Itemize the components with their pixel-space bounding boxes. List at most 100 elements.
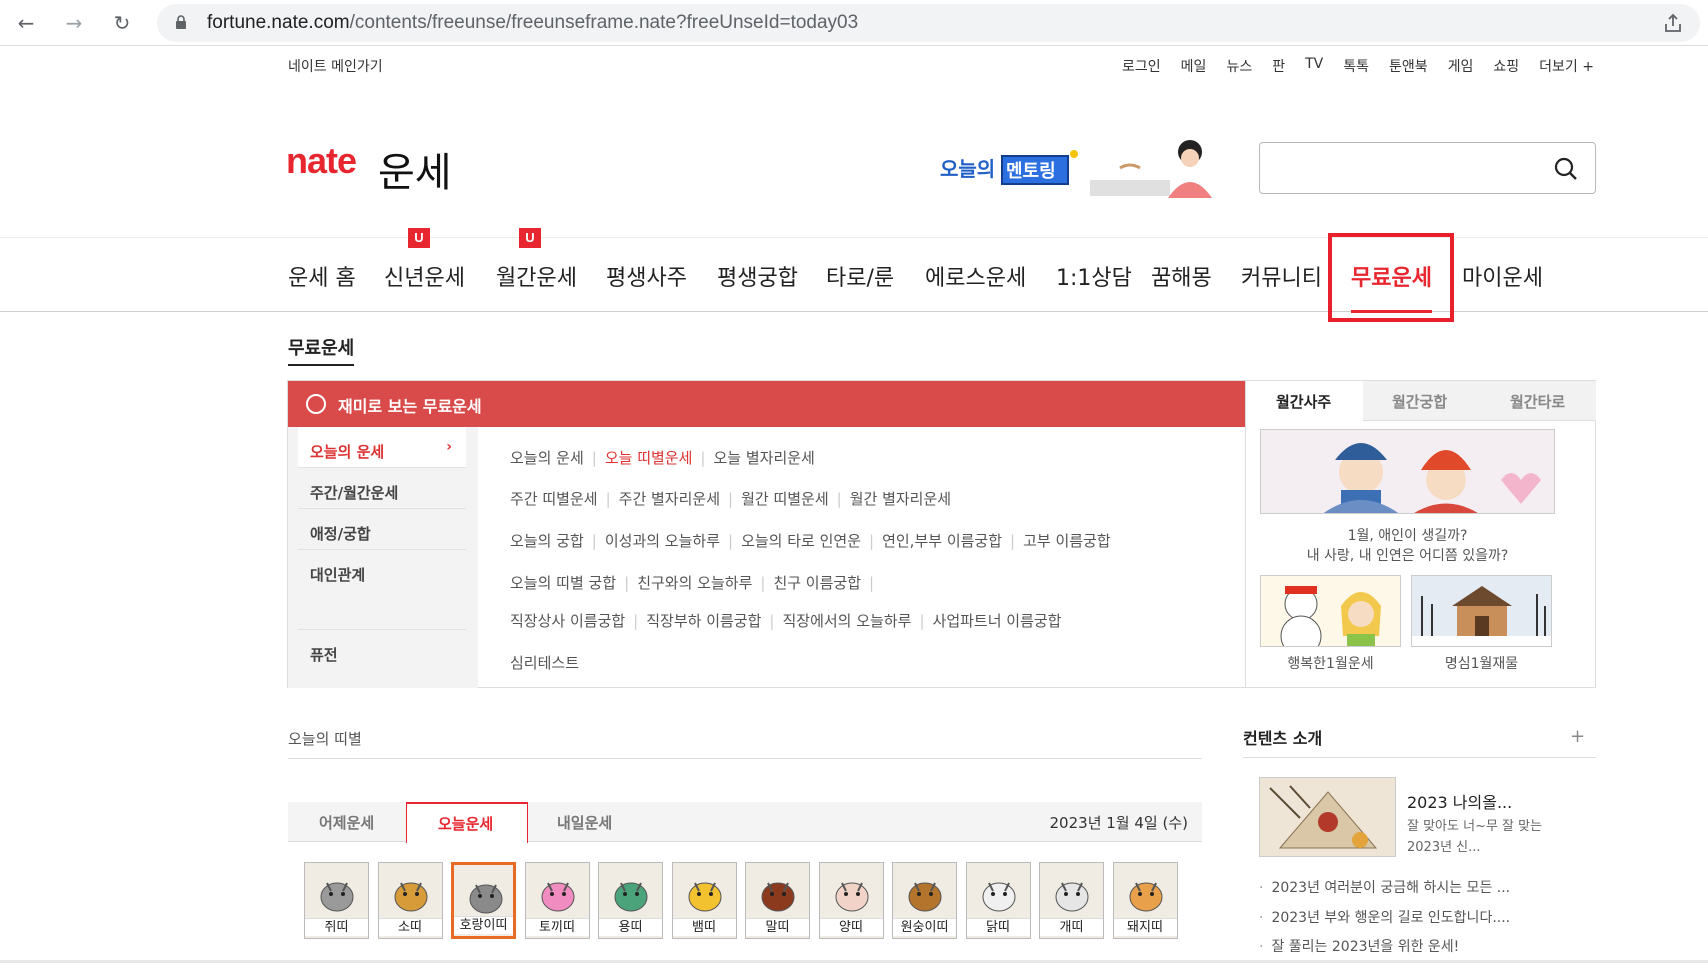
fortune-link[interactable]: 오늘 별자리운세 [713, 449, 814, 467]
nav-item[interactable]: 마이운세 [1462, 260, 1543, 292]
winter-house-illustration[interactable] [1411, 575, 1552, 647]
chevron-right-icon: › [446, 439, 452, 455]
tab-tomorrow[interactable]: 내일운세 [557, 812, 612, 833]
fortune-link[interactable]: 직장에서의 오늘하루 [782, 612, 911, 630]
gnb-link[interactable]: 뉴스 [1226, 56, 1252, 76]
side-tab[interactable]: 월간타로 [1510, 391, 1565, 412]
feature-title[interactable]: 2023 나의올... [1407, 789, 1512, 813]
fortune-link[interactable]: 이성과의 오늘하루 [605, 532, 720, 550]
nav-item[interactable]: 운세 홈 [288, 260, 356, 292]
nav-item[interactable]: 평생궁합 [717, 260, 798, 292]
zodiac-item[interactable]: 원숭이띠 [892, 862, 957, 939]
zodiac-item[interactable]: 양띠 [818, 862, 884, 939]
nav-item[interactable]: 커뮤니티 [1241, 260, 1322, 292]
category-item[interactable]: 주간/월간운세 [298, 468, 466, 509]
zodiac-item[interactable]: 소띠 [377, 862, 443, 939]
nav-item[interactable]: 신년운세 [384, 260, 465, 292]
small-caption-2[interactable]: 명심1월재물 [1411, 653, 1552, 673]
search-input[interactable] [1259, 142, 1596, 194]
fortune-link[interactable]: 고부 이름궁합 [1023, 532, 1111, 550]
gnb-link[interactable]: 메일 [1181, 56, 1207, 76]
side-tab[interactable]: 월간궁합 [1392, 391, 1447, 412]
fortune-link[interactable]: 친구와의 오늘하루 [637, 574, 752, 592]
zodiac-item[interactable]: 뱀띠 [671, 862, 737, 939]
separator: | [591, 532, 597, 550]
news-item[interactable]: 2023년 여러분이 궁금해 하시는 모든 ... [1259, 877, 1510, 897]
main-caption-1[interactable]: 1월, 애인이 생길까? [1260, 525, 1555, 545]
category-item[interactable]: 애정/궁합 [298, 509, 466, 550]
gnb-link[interactable]: 툰앤북 [1389, 56, 1428, 76]
zodiac-item[interactable]: 토끼띠 [524, 862, 590, 939]
service-title[interactable]: 운세 [378, 140, 452, 198]
category-item[interactable]: 대인관계 [298, 550, 466, 630]
nate-logo[interactable]: nate [286, 140, 357, 182]
gnb-link[interactable]: 톡톡 [1343, 56, 1369, 76]
fortune-link[interactable]: 오늘의 운세 [510, 449, 584, 467]
feature-thumbnail[interactable] [1259, 777, 1396, 857]
couple-illustration[interactable] [1260, 429, 1555, 514]
gnb-link[interactable]: 판 [1272, 56, 1285, 76]
zodiac-item[interactable]: 말띠 [745, 862, 810, 939]
url-text[interactable]: fortune.nate.com/contents/freeunse/freeu… [207, 12, 858, 34]
nav-item[interactable]: 평생사주 [606, 260, 687, 292]
fortune-link[interactable]: 심리테스트 [510, 654, 579, 672]
gnb-link[interactable]: 쇼핑 [1493, 56, 1519, 76]
fortune-link[interactable]: 오늘 띠별운세 [605, 449, 693, 467]
zodiac-item[interactable]: 닭띠 [965, 862, 1031, 939]
fortune-link[interactable]: 오늘의 궁합 [510, 532, 584, 550]
fortune-link[interactable]: 주간 띠별운세 [510, 490, 598, 508]
mentoring-banner[interactable]: 오늘의 멘토링 [940, 138, 1232, 198]
fortune-link[interactable]: 월간 별자리운세 [850, 490, 951, 508]
fortune-link[interactable]: 오늘의 타로 인연운 [741, 532, 861, 550]
fortune-link[interactable]: 직장부하 이름궁합 [646, 612, 761, 630]
separator: | [869, 532, 875, 550]
zodiac-item[interactable]: 돼지띠 [1112, 862, 1178, 939]
gnb-link[interactable]: TV [1305, 56, 1323, 76]
snowman-illustration[interactable] [1260, 575, 1401, 647]
category-item[interactable]: 오늘의 운세 › [298, 427, 466, 468]
zodiac-item[interactable]: 호랑이띠 [451, 862, 516, 939]
zodiac-item[interactable]: 용띠 [598, 862, 663, 939]
gnb-link[interactable]: 로그인 [1122, 56, 1161, 76]
small-caption-1[interactable]: 행복한1월운세 [1260, 653, 1401, 673]
fortune-link[interactable]: 사업파트너 이름궁합 [933, 612, 1062, 630]
gnb-link[interactable]: 더보기 + [1539, 56, 1594, 76]
nav-item[interactable]: 1:1상담 [1056, 260, 1132, 292]
link-row: 오늘의 운세 | 오늘 띠별운세 | 오늘 별자리운세 [510, 447, 815, 468]
more-plus-icon[interactable]: + [1570, 726, 1585, 747]
fortune-link[interactable]: 월간 띠별운세 [741, 490, 829, 508]
address-bar[interactable]: fortune.nate.com/contents/freeunse/freeu… [157, 4, 1700, 42]
search-icon[interactable] [1553, 156, 1579, 182]
feature-desc-1[interactable]: 잘 맞아도 너~무 잘 맞는 [1407, 815, 1542, 834]
main-caption-2[interactable]: 내 사랑, 내 인연은 어디쯤 있을까? [1260, 545, 1555, 565]
fortune-link[interactable]: 직장상사 이름궁합 [510, 612, 625, 630]
panel-header-title: 재미로 보는 무료운세 [338, 397, 482, 416]
side-tab[interactable]: 월간사주 [1276, 391, 1331, 412]
back-icon[interactable]: ← [12, 9, 40, 37]
news-item[interactable]: 잘 풀리는 2023년을 위한 운세! [1259, 936, 1459, 956]
forward-icon[interactable]: → [60, 9, 88, 37]
zodiac-item[interactable]: 쥐띠 [304, 862, 369, 939]
fortune-link[interactable]: 친구 이름궁합 [773, 574, 861, 592]
fortune-link[interactable]: 오늘의 띠별 궁합 [510, 574, 616, 592]
nav-item[interactable]: 에로스운세 [925, 260, 1026, 292]
link-row: 오늘의 궁합 | 이성과의 오늘하루 | 오늘의 타로 인연운 | 연인,부부 이름궁합 | 고… [510, 530, 1111, 551]
category-item[interactable]: 퓨전 [298, 630, 466, 671]
nav-item[interactable]: 타로/룬 [826, 260, 894, 292]
nate-main-link[interactable]: 네이트 메인가기 [288, 56, 383, 76]
tab-today[interactable]: 오늘운세 [406, 802, 528, 843]
reload-icon[interactable]: ↻ [108, 9, 136, 37]
feature-desc-2[interactable]: 2023년 신... [1407, 836, 1481, 855]
nav-item[interactable]: 월간운세 [496, 260, 577, 292]
day-tabs: 어제운세 오늘운세 내일운세 2023년 1월 4일 (수) [288, 802, 1202, 843]
zodiac-item[interactable]: 개띠 [1039, 862, 1104, 939]
nav-item[interactable]: 꿈해몽 [1151, 260, 1212, 292]
news-item[interactable]: 2023년 부와 행운의 길로 인도합니다.... [1259, 907, 1510, 927]
separator: | [728, 532, 734, 550]
separator: | [591, 449, 597, 467]
gnb-link[interactable]: 게임 [1448, 56, 1474, 76]
share-icon[interactable] [1662, 12, 1684, 34]
fortune-link[interactable]: 연인,부부 이름궁합 [882, 532, 1002, 550]
fortune-link[interactable]: 주간 별자리운세 [619, 490, 720, 508]
tab-yesterday[interactable]: 어제운세 [319, 812, 374, 833]
